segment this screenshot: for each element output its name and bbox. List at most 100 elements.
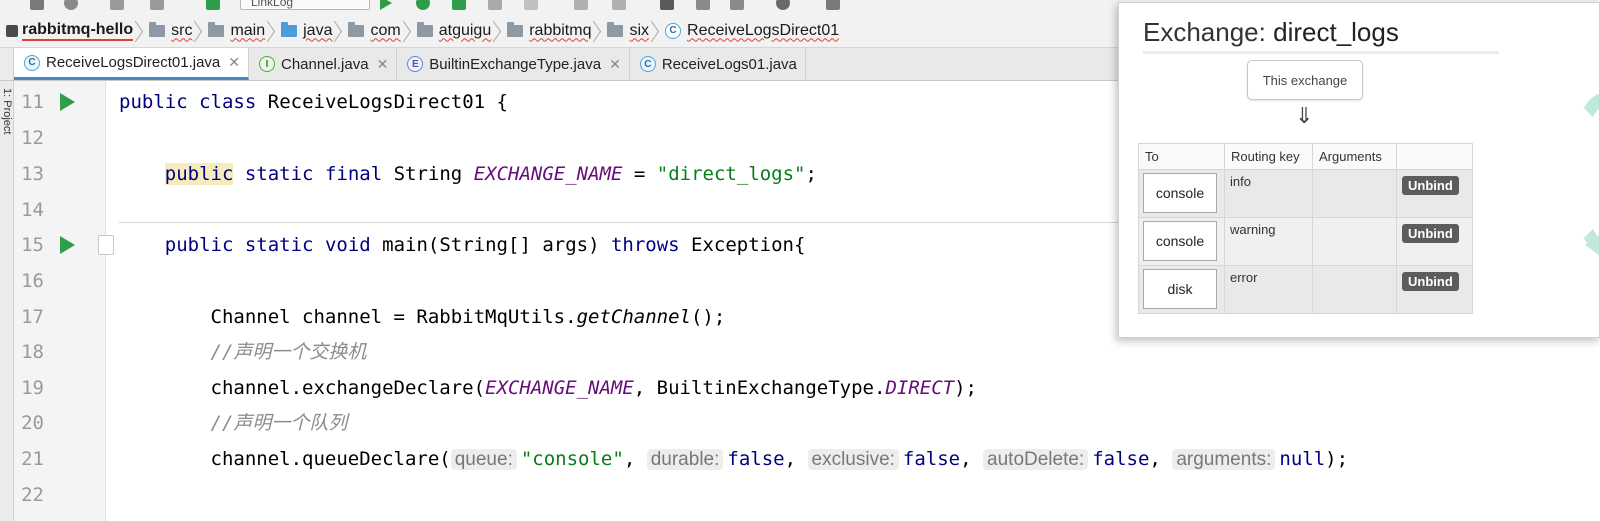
binding-destination-cell: console: [1138, 169, 1225, 218]
column-header-arguments: Arguments: [1312, 143, 1397, 170]
breadcrumb-item-class[interactable]: C ReceiveLogsDirect01: [661, 14, 839, 48]
line-number: 13: [21, 163, 44, 185]
back-icon[interactable]: [110, 0, 124, 10]
tool-icon[interactable]: [660, 0, 674, 10]
chevron-right-icon: [593, 14, 601, 48]
breadcrumb-item-src[interactable]: src: [145, 14, 192, 48]
source-folder-icon: [281, 21, 298, 37]
chevron-right-icon: [493, 14, 501, 48]
code-text: channel.exchangeDeclare(EXCHANGE_NAME, B…: [210, 377, 977, 399]
project-structure-icon[interactable]: [696, 0, 710, 10]
tab-receivelogs01[interactable]: C ReceiveLogs01.java: [630, 48, 806, 80]
line-number: 15: [21, 234, 44, 256]
project-tool-label[interactable]: 1: Project: [1, 88, 13, 138]
coverage-icon[interactable]: [452, 0, 466, 10]
table-row: disk error Unbind: [1138, 265, 1473, 314]
binding-action-cell: Unbind: [1396, 169, 1473, 218]
table-row: console info Unbind: [1138, 169, 1473, 218]
bindings-table: To Routing key Arguments console info Un…: [1138, 143, 1473, 314]
unbind-button[interactable]: Unbind: [1402, 272, 1459, 291]
code-text: public static void main(String[] args) t…: [164, 234, 806, 256]
run-icon[interactable]: [60, 236, 75, 254]
binding-arguments: [1312, 265, 1397, 314]
table-header-row: To Routing key Arguments: [1138, 143, 1473, 170]
line-number: 17: [21, 306, 44, 328]
binding-destination-link[interactable]: console: [1143, 221, 1217, 261]
tab-builtinexchangetype[interactable]: E BuiltinExchangeType.java ✕: [397, 48, 630, 80]
chevron-right-icon: [651, 14, 659, 48]
tab-label: ReceiveLogs01.java: [661, 55, 797, 73]
package-icon: [607, 21, 624, 37]
line-number: 14: [21, 199, 44, 221]
line-number: 12: [21, 127, 44, 149]
interface-icon: I: [259, 56, 275, 72]
save-icon[interactable]: [30, 0, 44, 10]
parameter-hint: exclusive:: [807, 449, 899, 470]
binding-arguments: [1312, 169, 1397, 218]
line-number: 20: [21, 412, 44, 434]
vcs-update-icon[interactable]: [574, 0, 588, 10]
line-number: 11: [21, 91, 44, 113]
chevron-right-icon: [194, 14, 202, 48]
code-line: 22: [14, 477, 1600, 513]
binding-action-cell: Unbind: [1396, 217, 1473, 266]
breadcrumb-item-atguigu[interactable]: atguigu: [413, 14, 491, 48]
binding-routing-key: info: [1224, 169, 1313, 218]
build-icon[interactable]: [206, 0, 220, 10]
code-text: //声明一个交换机: [210, 341, 367, 363]
debug-icon[interactable]: [416, 0, 430, 10]
profile-icon[interactable]: [488, 0, 502, 10]
tab-label: Channel.java: [281, 55, 369, 73]
run-icon[interactable]: [380, 0, 392, 10]
title-divider: [1143, 51, 1499, 54]
forward-icon[interactable]: [150, 0, 164, 10]
fold-icon[interactable]: [98, 235, 114, 255]
close-icon[interactable]: ✕: [228, 54, 240, 71]
exchange-title: Exchange: direct_logs: [1143, 17, 1399, 47]
breadcrumb-item-java[interactable]: java: [277, 14, 332, 48]
vcs-commit-icon[interactable]: [612, 0, 626, 10]
tab-receivelogsdirect01[interactable]: C ReceiveLogsDirect01.java ✕: [14, 48, 249, 80]
binding-destination-link[interactable]: disk: [1143, 269, 1217, 309]
parameter-hint: autoDelete:: [983, 449, 1089, 470]
class-icon: C: [665, 22, 682, 39]
close-icon[interactable]: ✕: [377, 56, 389, 73]
enum-icon: E: [407, 56, 424, 72]
code-text: //声明一个队列: [210, 412, 348, 434]
project-tool-window-strip[interactable]: 1: Project: [0, 81, 14, 521]
module-icon: [6, 24, 18, 37]
run-icon[interactable]: [60, 93, 75, 111]
chevron-right-icon: [334, 14, 342, 48]
stop-icon[interactable]: [524, 0, 538, 10]
chevron-right-icon: [403, 14, 411, 48]
search-icon[interactable]: [776, 0, 790, 10]
code-line: 19 channel.exchangeDeclare(EXCHANGE_NAME…: [14, 370, 1600, 406]
unbind-button[interactable]: Unbind: [1402, 176, 1459, 195]
parameter-hint: arguments:: [1172, 449, 1276, 470]
this-exchange-box: This exchange: [1247, 60, 1363, 100]
code-text: channel.queueDeclare(queue: "console", du…: [210, 448, 1349, 470]
line-number: 19: [21, 377, 44, 399]
decorative-logo-arrow: [1585, 235, 1599, 255]
package-icon: [348, 21, 365, 37]
project-tool-strip-top: [0, 48, 14, 80]
column-header-to: To: [1138, 143, 1225, 170]
chevron-right-icon: [267, 14, 275, 48]
breadcrumb-item-project[interactable]: rabbitmq-hello: [4, 14, 134, 48]
tab-channel[interactable]: I Channel.java ✕: [249, 48, 398, 80]
breadcrumb-item-six[interactable]: six: [603, 14, 649, 48]
line-number: 16: [21, 270, 44, 292]
unbind-button[interactable]: Unbind: [1402, 224, 1459, 243]
close-icon[interactable]: ✕: [609, 56, 621, 73]
breadcrumb-item-main[interactable]: main: [204, 14, 265, 48]
sync-icon[interactable]: [64, 0, 78, 10]
breadcrumb-item-com[interactable]: com: [344, 14, 401, 48]
binding-destination-link[interactable]: console: [1143, 173, 1217, 213]
run-configuration-select[interactable]: LinkLog: [240, 0, 370, 10]
breadcrumb-item-rabbitmq[interactable]: rabbitmq: [503, 14, 591, 48]
code-text: public static final String EXCHANGE_NAME…: [164, 163, 817, 185]
layout-icon[interactable]: [730, 0, 744, 10]
database-icon[interactable]: [826, 0, 840, 10]
class-icon: C: [639, 56, 656, 72]
binding-routing-key: error: [1224, 265, 1313, 314]
